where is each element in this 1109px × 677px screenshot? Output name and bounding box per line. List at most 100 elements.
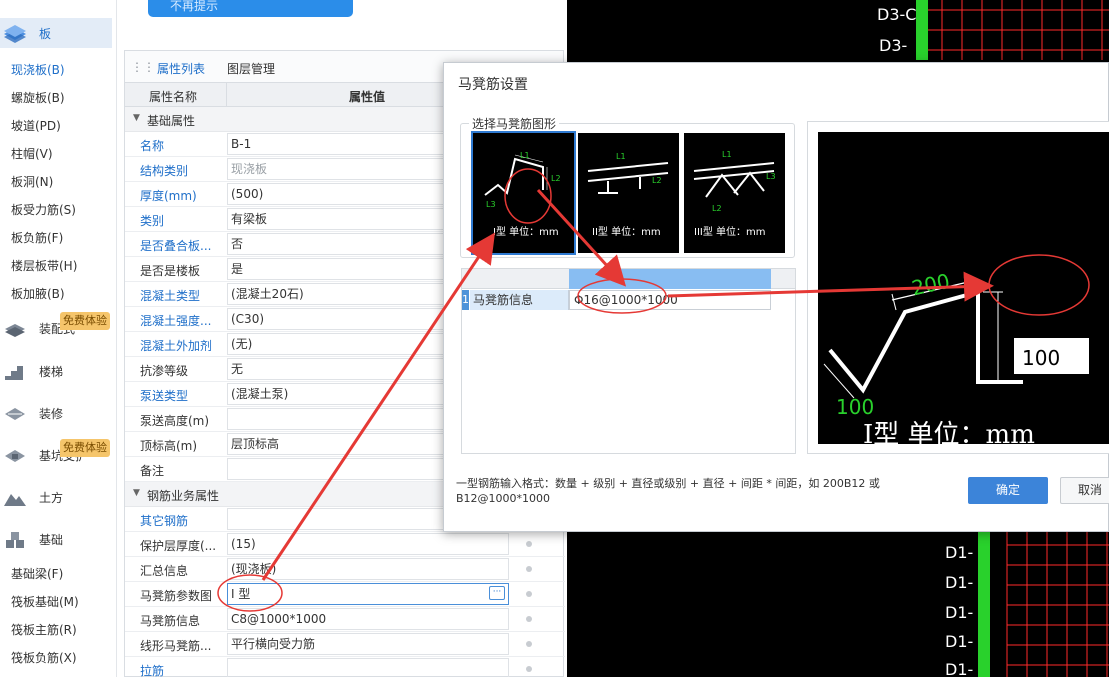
earthwork-icon [2,486,28,508]
sidebar-item[interactable]: 楼层板带(H) [11,257,77,274]
sidebar-category-earthwork[interactable]: 土方 [0,482,112,512]
foundation-icon [2,528,28,550]
collapse-arrow-icon[interactable]: ▼ [133,113,140,123]
property-name: 保护层厚度(... [140,539,217,553]
property-name[interactable]: 类别 [140,212,164,229]
property-row: 保护层厚度(... (15) [125,532,565,557]
drag-handle-icon[interactable]: ⋮⋮ [131,60,155,74]
row-number: 1 [462,290,469,310]
property-name[interactable]: 混凝土强度... [140,312,211,329]
column-header-name: 属性名称 [149,90,198,104]
status-dot [526,541,532,547]
sidebar-item[interactable]: 板负筋(F) [11,229,63,246]
property-value-text: 否 [231,237,244,251]
status-dot [526,616,532,622]
cad-label: D3-C [877,5,917,24]
cad-label: D1- [945,660,974,677]
property-name: 马凳筋参数图 [140,589,213,603]
more-options-button[interactable]: ··· [489,586,505,600]
free-trial-badge[interactable]: 免费体验 [60,439,110,457]
property-value-field[interactable]: C8@1000*1000 [227,608,509,630]
decoration-icon [2,402,28,424]
shape-group-label: 选择马凳筋图形 [469,115,560,132]
sidebar-item[interactable]: 筏板主筋(R) [11,621,77,638]
property-name[interactable]: 拉筋 [140,662,164,677]
shape-caption: I型 单位：mm [493,225,559,238]
prefab-icon [2,317,28,339]
svg-text:L2: L2 [652,176,662,185]
dim-side: 100 [1022,346,1060,370]
sidebar-category-slab[interactable]: 板 [0,18,112,48]
property-name: 顶标高(m) [140,439,198,453]
status-dot [526,566,532,572]
property-value-field[interactable]: (15) [227,533,509,555]
sidebar-item[interactable]: 柱帽(V) [11,145,53,162]
sidebar-category-foundation[interactable]: 基础 [0,524,112,554]
dismiss-tip-button[interactable]: 不再提示 [148,0,353,17]
ok-button[interactable]: 确定 [968,477,1048,504]
sidebar-category-stairs[interactable]: 楼梯 [0,356,112,386]
property-name[interactable]: 是否叠合板... [140,237,211,254]
sidebar-item[interactable]: 板受力筋(S) [11,201,76,218]
property-name[interactable]: 泵送类型 [140,387,188,404]
sidebar-item[interactable]: 坡道(PD) [11,117,61,134]
chair-bar-info-input[interactable]: Φ16@1000*1000 [569,290,771,310]
chair-bar-settings-dialog: 马凳筋设置 选择马凳筋图形 L1 L2 L3 I型 单位：mm L1 L2 II… [443,62,1109,532]
property-value-text: (混凝土20石) [231,287,304,301]
sidebar-category-decoration[interactable]: 装修 [0,398,112,428]
property-value-field[interactable]: I 型 ··· [227,583,509,605]
property-row: 线形马凳筋... 平行横向受力筋 [125,632,565,657]
property-name[interactable]: 混凝土类型 [140,287,200,304]
property-row: 汇总信息 (现浇板) [125,557,565,582]
sidebar-item[interactable]: 板加腋(B) [11,285,65,302]
collapse-arrow-icon[interactable]: ▼ [133,488,140,498]
property-name[interactable]: 混凝土外加剂 [140,337,212,354]
cancel-button[interactable]: 取消 [1060,477,1109,504]
property-row: 拉筋 [125,657,565,677]
sidebar-item[interactable]: 筏板基础(M) [11,593,79,610]
property-name: 线形马凳筋... [140,639,212,653]
property-value-text: (15) [231,537,256,551]
property-value-text: C8@1000*1000 [231,612,327,626]
shape-preview: 200 100 100 I型 单位：mm [807,121,1109,454]
dialog-title: 马凳筋设置 [458,77,528,93]
property-value-text: 平行横向受力筋 [231,637,316,651]
property-value-text: I 型 [231,587,251,601]
property-value-text: (C30) [231,312,265,326]
sidebar-category-label: 装修 [39,406,64,421]
property-value-text: 有梁板 [231,212,268,226]
pit-support-icon [2,444,28,466]
cad-label: D3- [879,36,908,55]
slab-icon [2,22,28,44]
cad-label: D1- [945,573,974,592]
sidebar-item[interactable]: 螺旋板(B) [11,89,65,106]
property-name[interactable]: 结构类别 [140,162,188,179]
shape-option-type-1[interactable]: L1 L2 L3 I型 单位：mm [471,131,576,255]
dim-top: 200 [910,269,952,300]
property-value-field[interactable] [227,658,509,677]
stairs-icon [2,360,28,382]
cad-label: D1- [945,603,974,622]
property-value-field[interactable]: 平行横向受力筋 [227,633,509,655]
property-value-field[interactable]: (现浇板) [227,558,509,580]
property-row: 马凳筋信息 C8@1000*1000 [125,607,565,632]
preview-caption: I型 单位：mm [863,420,1035,450]
property-name[interactable]: 厚度(mm) [140,187,197,204]
tab-property-list[interactable]: 属性列表 [157,60,206,85]
sidebar-item[interactable]: 板洞(N) [11,173,53,190]
tab-layer-management[interactable]: 图层管理 [227,60,275,77]
svg-text:L2: L2 [712,204,722,213]
property-name: 泵送高度(m) [140,414,210,428]
shape-option-type-2[interactable]: L1 L2 II型 单位：mm [578,133,679,253]
property-name[interactable]: 其它钢筋 [140,512,188,529]
dim-l2: L2 [551,174,561,183]
sidebar-item[interactable]: 筏板负筋(X) [11,649,77,666]
property-name[interactable]: 名称 [140,137,164,154]
shape-option-type-3[interactable]: L1 L3 L2 III型 单位：mm [684,133,785,253]
property-value-text: (混凝土泵) [231,387,289,401]
sidebar-item[interactable]: 现浇板(B) [11,61,65,78]
sidebar-item[interactable]: 基础梁(F) [11,565,63,582]
free-trial-badge[interactable]: 免费体验 [60,312,110,330]
property-value-text: 是 [231,262,244,276]
cad-label: D1- [945,543,974,562]
